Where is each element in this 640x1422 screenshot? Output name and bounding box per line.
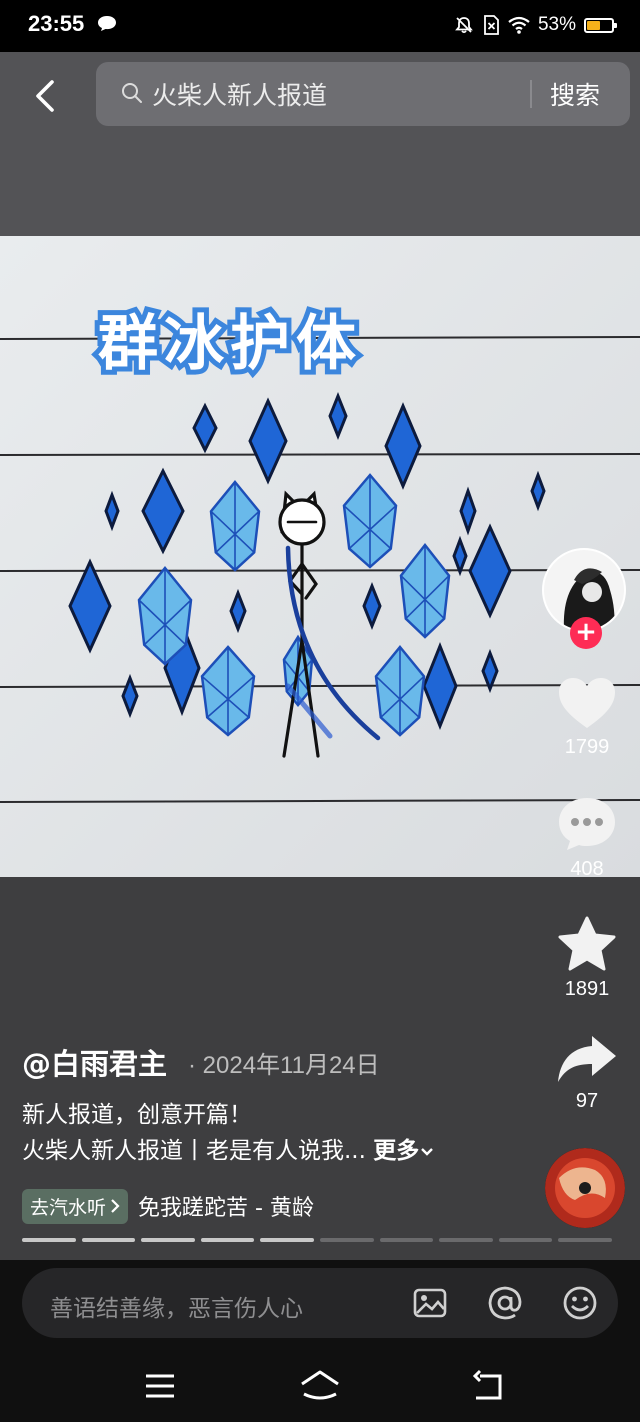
sim-icon — [484, 15, 499, 35]
video-progress[interactable] — [22, 1238, 612, 1244]
menu-nav-icon[interactable] — [140, 1366, 180, 1406]
battery-icon — [584, 17, 617, 33]
video-frame: 群冰护体 — [0, 236, 640, 877]
like-button[interactable]: 1799 — [552, 676, 622, 759]
status-right: 53% — [454, 10, 617, 40]
emoji-icon[interactable] — [562, 1285, 598, 1321]
favorite-count: 1891 — [564, 978, 610, 1000]
search-button[interactable]: 搜索 — [550, 76, 600, 112]
battery-percent: 53% — [537, 14, 576, 35]
home-nav-icon[interactable] — [298, 1366, 342, 1406]
progress-segment — [319, 1238, 374, 1242]
status-bar: 23:55 53% — [0, 0, 640, 52]
progress-segment — [379, 1238, 434, 1242]
chevron-down-icon — [421, 1148, 434, 1156]
search-icon — [122, 83, 142, 103]
chevron-right-icon — [111, 1199, 120, 1213]
music-tag-label: 去汽水听 — [30, 1196, 107, 1219]
progress-segment — [200, 1238, 255, 1242]
comment-button[interactable]: 408 — [552, 796, 622, 881]
search-bar[interactable]: 火柴人新人报道 搜索 — [96, 62, 630, 126]
progress-segment — [22, 1238, 76, 1242]
share-arrow-icon — [558, 1036, 616, 1082]
caption-line-1: 新人报道，创意开篇！ — [22, 1102, 252, 1128]
wifi-icon — [508, 16, 530, 34]
video-player[interactable]: 群冰护体 — [0, 236, 640, 877]
image-icon[interactable] — [412, 1285, 448, 1321]
comment-icon — [559, 798, 615, 850]
music-disc[interactable] — [545, 1148, 625, 1228]
comment-count: 408 — [570, 858, 604, 880]
progress-segment — [260, 1238, 314, 1242]
share-count: 97 — [575, 1090, 599, 1112]
music-row[interactable]: 去汽水听 免我蹉跎苦 - 黄龄 — [22, 1188, 314, 1224]
search-divider — [530, 80, 532, 108]
overlay-title: 群冰护体 — [98, 309, 362, 379]
status-time: 23:55 — [28, 11, 85, 36]
progress-segment — [81, 1238, 136, 1242]
progress-segment — [498, 1238, 553, 1242]
music-cover-image — [545, 1148, 625, 1228]
comment-placeholder: 善语结善缘，恶言伤人心 — [50, 1296, 303, 1322]
comment-input[interactable]: 善语结善缘，恶言伤人心 — [22, 1268, 618, 1338]
more-label[interactable]: 更多 — [373, 1138, 419, 1164]
share-button[interactable]: 97 — [552, 1034, 622, 1113]
favorite-button[interactable]: 1891 — [552, 916, 622, 1001]
progress-segment — [141, 1238, 195, 1242]
search-input[interactable]: 火柴人新人报道 — [152, 76, 327, 112]
music-title: 免我蹉跎苦 - 黄龄 — [138, 1196, 314, 1221]
mention-icon[interactable] — [487, 1285, 523, 1321]
progress-segment — [558, 1238, 612, 1242]
author-name[interactable]: @白雨君主 — [22, 1041, 167, 1083]
progress-segment — [439, 1238, 493, 1242]
caption-line-2: 火柴人新人报道丨老是有人说我... 更多 — [22, 1131, 435, 1165]
like-count: 1799 — [564, 736, 610, 758]
back-nav-icon[interactable] — [468, 1366, 508, 1406]
star-icon — [558, 916, 616, 971]
more-button[interactable]: 更多 — [373, 1138, 435, 1164]
mute-bell-icon — [455, 17, 473, 34]
follow-button[interactable]: + — [570, 617, 602, 649]
message-bubble-icon — [98, 16, 116, 31]
caption-text: 火柴人新人报道丨老是有人说我... — [22, 1138, 366, 1164]
music-tag[interactable]: 去汽水听 — [22, 1188, 129, 1224]
heart-icon — [559, 678, 615, 728]
back-arrow-icon[interactable] — [26, 74, 66, 118]
post-date: · 2024年11月24日 — [188, 1052, 380, 1079]
